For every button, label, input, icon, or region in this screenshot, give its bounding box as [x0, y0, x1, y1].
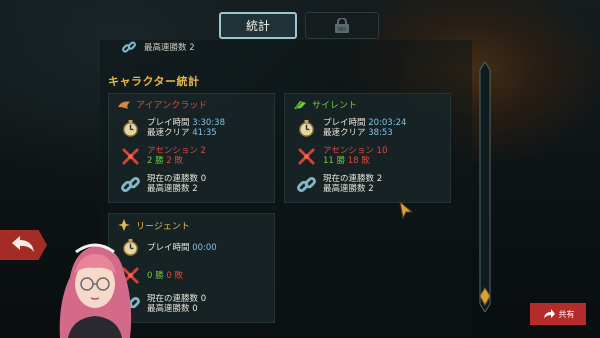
wins-value: 2 勝 — [147, 156, 164, 166]
character-name: リージェント — [136, 221, 190, 232]
tab-bar: 統計 NO — [219, 12, 379, 39]
previous-stat-label: 最高連勝数 2 — [144, 43, 195, 53]
character-name: サイレント — [312, 101, 358, 111]
card-header: アイアンクラッド — [117, 98, 207, 111]
chain-link-icon — [297, 176, 316, 192]
stopwatch-icon — [123, 119, 138, 137]
playtime-label: プレイ時間 — [147, 118, 190, 128]
chain-link-icon — [121, 176, 140, 192]
ascension-row: アセンション 22 勝 2 敗 — [121, 146, 206, 166]
ascension-row: アセンション 10 11 勝 18 敗 — [297, 146, 387, 166]
playtime-row: プレイ時間 3:30:38 最速クリア 41:35 — [121, 118, 225, 138]
losses-value: 2 敗 — [166, 156, 183, 166]
fastest-value: 41:35 — [192, 128, 217, 138]
stopwatch-icon — [299, 119, 314, 137]
svg-text:NO: NO — [338, 27, 346, 33]
chain-link-icon — [122, 41, 136, 53]
wins-value: 11 勝 — [323, 156, 346, 166]
crossed-swords-icon — [122, 147, 139, 165]
best-streak: 最高連勝数 2 — [147, 184, 198, 194]
fastest-value: 38:53 — [368, 128, 393, 138]
lock-icon: NO — [335, 17, 349, 33]
tab-locked[interactable]: NO — [305, 12, 379, 39]
regent-icon — [118, 219, 130, 231]
playtime-label: プレイ時間 — [323, 118, 366, 128]
silent-icon — [294, 100, 306, 109]
crossed-swords-icon — [298, 147, 315, 165]
ironclad-icon — [118, 101, 130, 109]
playtime-value: 00:00 — [192, 242, 217, 253]
playtime-value: 20:03:24 — [368, 118, 407, 128]
section-title: キャラクター統計 — [108, 75, 200, 88]
current-streak: 現在の連勝数 2 — [323, 174, 383, 184]
playtime-label: プレイ時間 — [147, 242, 190, 253]
streak-row: 現在の連勝数 0 最高連勝数 2 — [121, 174, 206, 194]
losses-value: 0 敗 — [166, 270, 183, 281]
character-name: アイアンクラッド — [136, 101, 208, 111]
current-streak: 現在の連勝数 0 — [147, 174, 207, 184]
best-streak: 最高連勝数 2 — [323, 184, 374, 194]
character-card-ironclad: アイアンクラッド プレイ時間 3:30:38 最速クリア 41:35 アセンション… — [108, 93, 275, 203]
share-label: 共有 — [558, 309, 575, 319]
share-button[interactable]: 共有 — [530, 303, 586, 325]
ascension-label: アセンション 2 — [147, 146, 206, 156]
current-streak: 現在の連勝数 0 — [147, 294, 207, 304]
card-header: サイレント — [293, 98, 357, 111]
losses-value: 18 敗 — [347, 156, 370, 166]
fastest-label: 最速クリア — [147, 128, 190, 138]
card-header: リージェント — [117, 218, 190, 232]
tab-statistics[interactable]: 統計 — [219, 12, 297, 39]
back-button[interactable] — [0, 230, 47, 260]
streak-row: 現在の連勝数 2 最高連勝数 2 — [297, 174, 382, 194]
share-arrow-icon — [543, 309, 555, 318]
best-streak: 最高連勝数 0 — [147, 304, 198, 314]
wins-value: 0 勝 — [147, 270, 164, 281]
playtime-row: プレイ時間 20:03:24 最速クリア 38:53 — [297, 118, 406, 138]
avatar-streamer — [59, 243, 132, 338]
fastest-label: 最速クリア — [323, 128, 366, 138]
playtime-value: 3:30:38 — [192, 118, 225, 128]
mouse-cursor-icon — [399, 201, 413, 219]
ascension-label: アセンション 10 — [323, 146, 388, 156]
character-card-silent: サイレント プレイ時間 20:03:24 最速クリア 38:53 アセンション 1… — [284, 93, 451, 203]
back-arrow-icon — [12, 236, 34, 252]
previous-stat-row: 最高連勝数 2 — [122, 40, 195, 54]
scrollbar[interactable] — [479, 62, 491, 312]
